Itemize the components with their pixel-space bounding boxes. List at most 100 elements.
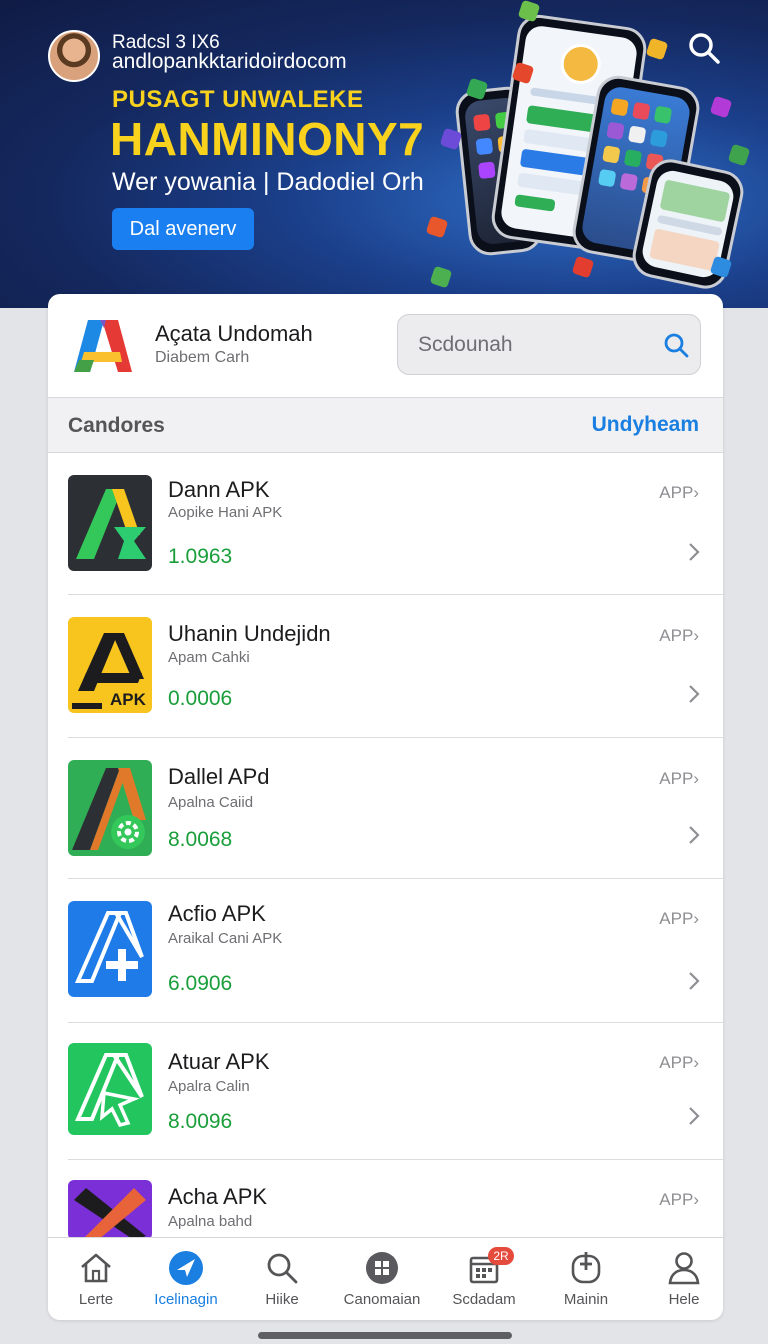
floating-app-icon bbox=[709, 95, 733, 119]
chevron-right-icon[interactable] bbox=[687, 1105, 701, 1127]
app-type-label[interactable]: APP› bbox=[659, 909, 699, 929]
list-item[interactable]: Acfio APK Araikal Cani APK 6.0906 APP› bbox=[48, 879, 723, 1023]
list-item[interactable]: Atuar APK Apalra Calin 8.0096 APP› bbox=[48, 1023, 723, 1160]
chevron-right-icon: › bbox=[693, 909, 699, 928]
home-indicator[interactable] bbox=[258, 1332, 512, 1339]
app-subtitle: Apam Cahki bbox=[168, 649, 250, 666]
app-type-label[interactable]: APP› bbox=[659, 626, 699, 646]
chevron-right-icon: › bbox=[693, 626, 699, 645]
app-size: 8.0068 bbox=[168, 828, 233, 851]
app-subtitle: Apalna Caiid bbox=[168, 794, 254, 811]
app-logo-icon bbox=[74, 320, 132, 372]
app-size: 0.0006 bbox=[168, 687, 233, 710]
app-type-label[interactable]: APP› bbox=[659, 483, 699, 503]
chevron-right-icon: › bbox=[693, 1053, 699, 1072]
x-purple-icon bbox=[68, 1180, 152, 1237]
search-icon[interactable] bbox=[662, 331, 690, 359]
tab-label: Lerte bbox=[78, 1291, 114, 1308]
app-type-text: APP bbox=[659, 909, 694, 928]
app-list: Dann APK Aopike Hani APK 1.0963 APP› APK… bbox=[48, 453, 723, 1237]
a-outline-green-icon bbox=[68, 1043, 152, 1135]
tab-home[interactable]: Lerte bbox=[48, 1238, 144, 1320]
tab-label: Scdadam bbox=[452, 1291, 516, 1308]
section-title: Candores bbox=[68, 414, 165, 437]
section-header: Candores Undyheam bbox=[48, 397, 723, 453]
chevron-right-icon[interactable] bbox=[687, 970, 701, 992]
app-name: Acfio APK bbox=[168, 901, 266, 926]
app-size: 8.0096 bbox=[168, 1110, 233, 1133]
apk-yellow-icon: APK bbox=[68, 617, 152, 713]
app-size: 6.0906 bbox=[168, 972, 233, 995]
bottom-tab-bar: Lerte Icelinagin Hiike Canomaian 2R Scda… bbox=[48, 1237, 723, 1320]
app-type-label[interactable]: APP› bbox=[659, 1053, 699, 1073]
promo-subtitle: Wer yowania | Dadodiel Orh bbox=[112, 168, 424, 196]
floating-app-icon bbox=[571, 255, 595, 279]
tab-categories[interactable]: Canomaian bbox=[334, 1238, 430, 1320]
tab-search[interactable]: Hiike bbox=[234, 1238, 330, 1320]
app-title: Açata Undomah bbox=[155, 321, 313, 346]
promo-banner[interactable]: Radcsl 3 IX6 andlopankktaridoirdocom PUS… bbox=[0, 0, 768, 308]
chevron-right-icon: › bbox=[693, 1190, 699, 1209]
app-type-text: APP bbox=[659, 769, 694, 788]
tab-label: Hele bbox=[668, 1291, 700, 1308]
chevron-right-icon[interactable] bbox=[687, 824, 701, 846]
app-type-label[interactable]: APP› bbox=[659, 1190, 699, 1210]
tab-label: Canomaian bbox=[343, 1291, 421, 1308]
tab-explore[interactable]: Icelinagin bbox=[138, 1238, 234, 1320]
search-icon[interactable] bbox=[684, 28, 724, 68]
arrow-a-dark-icon bbox=[68, 475, 152, 571]
chevron-right-icon[interactable] bbox=[687, 541, 701, 563]
search-icon bbox=[267, 1253, 298, 1284]
app-subtitle: Aopike Hani APK bbox=[168, 504, 283, 521]
app-store-card: Açata Undomah Diabem Carh Candores Undyh… bbox=[48, 294, 723, 1320]
tab-label: Hiike bbox=[265, 1291, 299, 1308]
app-name: Atuar APK bbox=[168, 1049, 270, 1074]
tab-label: Mainin bbox=[563, 1291, 609, 1308]
app-subtitle: Apalna bahd bbox=[168, 1213, 253, 1230]
list-item[interactable]: Dann APK Aopike Hani APK 1.0963 APP› bbox=[48, 453, 723, 595]
floating-app-icon bbox=[429, 265, 453, 289]
promo-cta-button[interactable]: Dal avenerv bbox=[112, 208, 254, 250]
app-name: Acha APK bbox=[168, 1184, 268, 1209]
card-header: Açata Undomah Diabem Carh bbox=[48, 294, 723, 397]
app-size: 1.0963 bbox=[168, 545, 233, 568]
compass-icon bbox=[169, 1251, 203, 1285]
app-subtitle: Diabem Carh bbox=[155, 349, 250, 366]
tab-updates[interactable]: 2R Scdadam bbox=[436, 1238, 532, 1320]
tab-profile[interactable]: Hele bbox=[636, 1238, 723, 1320]
floating-app-icon bbox=[727, 143, 751, 167]
app-type-text: APP bbox=[659, 483, 694, 502]
list-item[interactable]: APK Uhanin Undejidn Apam Cahki 0.0006 AP… bbox=[48, 595, 723, 738]
promo-kicker: PUSAGT UNWALEKE bbox=[112, 86, 364, 113]
floating-app-icon bbox=[645, 37, 669, 61]
app-name: Dallel APd bbox=[168, 764, 270, 789]
user-handle: andlopankktaridoirdocom bbox=[112, 50, 347, 73]
tab-manage[interactable]: Mainin bbox=[538, 1238, 634, 1320]
notification-badge: 2R bbox=[488, 1247, 514, 1265]
app-subtitle: Araikal Cani APK bbox=[168, 930, 283, 947]
search-field[interactable] bbox=[397, 314, 701, 375]
app-type-text: APP bbox=[659, 1190, 694, 1209]
apk-icon-text: APK bbox=[110, 690, 147, 709]
phone-icon bbox=[571, 1252, 601, 1284]
tab-label: Icelinagin bbox=[154, 1291, 218, 1308]
app-type-text: APP bbox=[659, 1053, 694, 1072]
chevron-right-icon: › bbox=[693, 483, 699, 502]
app-subtitle: Apalra Calin bbox=[168, 1078, 250, 1095]
avatar[interactable] bbox=[48, 30, 100, 82]
floating-app-icon bbox=[425, 215, 449, 239]
list-item[interactable]: Acha APK Apalna bahd APP› bbox=[48, 1160, 723, 1237]
search-input[interactable] bbox=[418, 315, 648, 374]
grid-icon bbox=[366, 1252, 398, 1284]
app-name: Uhanin Undejidn bbox=[168, 621, 331, 646]
gear-a-green-icon bbox=[68, 760, 152, 856]
chevron-right-icon[interactable] bbox=[687, 683, 701, 705]
home-icon bbox=[81, 1253, 111, 1283]
section-link[interactable]: Undyheam bbox=[592, 413, 699, 437]
a-plus-blue-icon bbox=[68, 901, 152, 997]
chevron-right-icon: › bbox=[693, 769, 699, 788]
app-type-label[interactable]: APP› bbox=[659, 769, 699, 789]
list-item[interactable]: Dallel APd Apalna Caiid 8.0068 APP› bbox=[48, 738, 723, 879]
person-icon bbox=[668, 1252, 700, 1285]
app-type-text: APP bbox=[659, 626, 694, 645]
